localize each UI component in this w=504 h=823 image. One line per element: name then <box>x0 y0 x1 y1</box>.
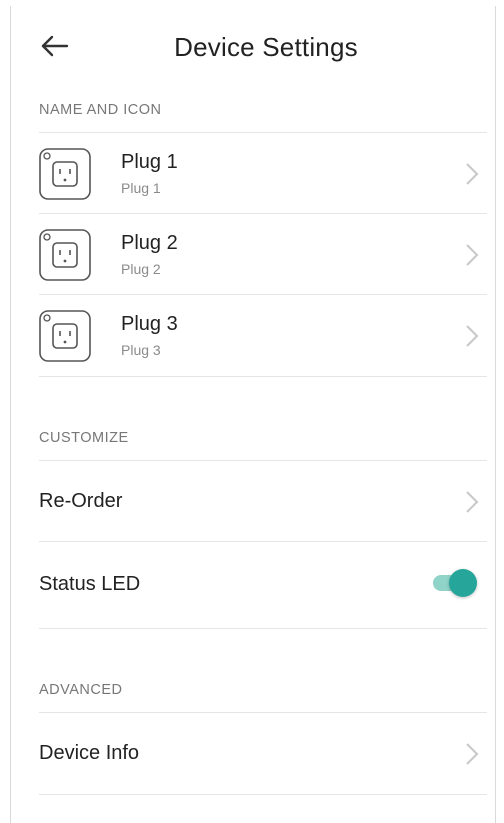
toggle-thumb <box>449 569 477 597</box>
plug-row-2[interactable]: Plug 2 Plug 2 <box>39 213 487 295</box>
section-label-customize: CUSTOMIZE <box>39 430 129 446</box>
section-label-advanced: ADVANCED <box>39 682 123 698</box>
status-led-row: Status LED <box>39 541 487 629</box>
plug-row-3[interactable]: Plug 3 Plug 3 <box>39 294 487 377</box>
chevron-right-icon <box>466 325 479 347</box>
device-info-label: Device Info <box>39 742 140 764</box>
header: Device Settings <box>11 6 495 84</box>
chevron-right-icon <box>466 743 479 765</box>
plug-row-1[interactable]: Plug 1 Plug 1 <box>39 132 487 214</box>
outlet-icon <box>39 148 91 200</box>
plug-subtitle: Plug 1 <box>121 180 161 196</box>
plug-subtitle: Plug 2 <box>121 261 161 277</box>
chevron-right-icon <box>466 163 479 185</box>
page-title: Device Settings <box>174 32 358 62</box>
outlet-icon <box>39 310 91 362</box>
chevron-right-icon <box>466 244 479 266</box>
status-led-toggle[interactable] <box>431 568 477 598</box>
reorder-row[interactable]: Re-Order <box>39 460 487 542</box>
status-led-label: Status LED <box>39 573 141 595</box>
plug-name: Plug 1 <box>121 151 178 173</box>
reorder-label: Re-Order <box>39 490 123 512</box>
outlet-icon <box>39 229 91 281</box>
plug-name: Plug 2 <box>121 232 178 254</box>
plug-name: Plug 3 <box>121 313 178 335</box>
settings-panel: Device Settings NAME AND ICON Plug 1 Plu… <box>10 6 496 823</box>
section-label-name-and-icon: NAME AND ICON <box>39 102 162 118</box>
plug-subtitle: Plug 3 <box>121 342 161 358</box>
device-info-row[interactable]: Device Info <box>39 712 487 795</box>
chevron-right-icon <box>466 491 479 513</box>
